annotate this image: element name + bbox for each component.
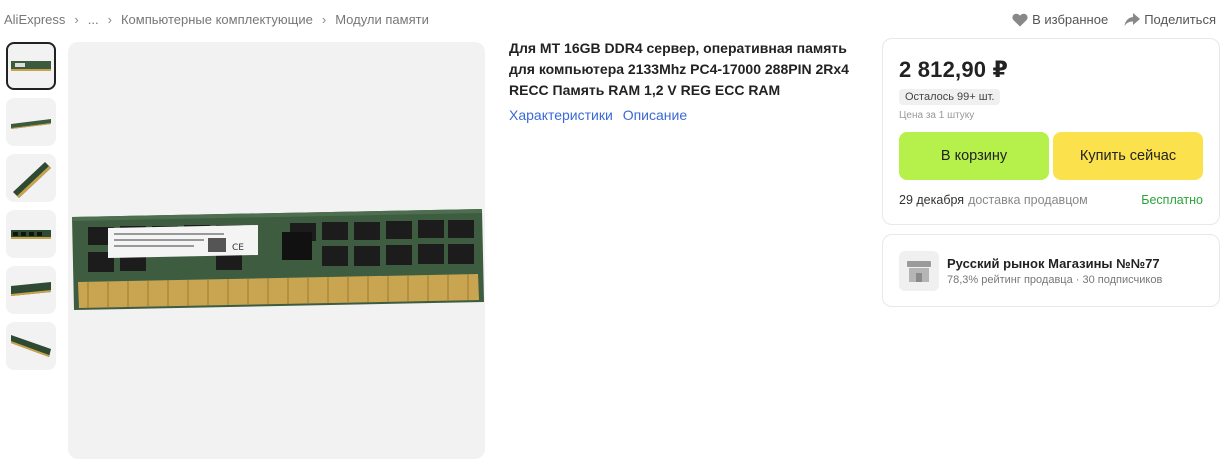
thumbnail-1[interactable] [6,42,56,90]
buy-now-button[interactable]: Купить сейчас [1053,132,1203,180]
thumbnail-5[interactable] [6,266,56,314]
breadcrumb-computer-components[interactable]: Компьютерные комплектующие [121,12,313,27]
share-button[interactable]: Поделиться [1124,12,1216,27]
description-link[interactable]: Описание [623,107,687,123]
thumbnail-3[interactable] [6,154,56,202]
product-info: Для MT 16GB DDR4 сервер, оперативная пам… [509,38,869,123]
ram-module-image: CE [72,209,484,310]
delivery-price: Бесплатно [1141,193,1203,207]
product-links: Характеристики Описание [509,107,869,123]
top-actions: В избранное Поделиться [996,12,1216,27]
seller-name[interactable]: Русский рынок Магазины №№77 [947,256,1162,271]
thumbnail-2[interactable] [6,98,56,146]
add-to-cart-button[interactable]: В корзину [899,132,1049,180]
breadcrumb-ellipsis[interactable]: ... [88,12,99,27]
chevron-right-icon: › [74,12,79,27]
seller-subscribers: 30 подписчиков [1082,273,1163,286]
breadcrumb-aliexpress[interactable]: AliExpress [4,12,65,27]
ram-thumbnail-image [11,230,51,239]
product-title: Для MT 16GB DDR4 сервер, оперативная пам… [509,40,849,98]
main-product-image[interactable]: CE [68,42,485,459]
seller-meta: 78,3% рейтинг продавца · 30 подписчиков [947,274,1162,286]
ram-thumbnail-image [11,119,51,129]
ram-thumbnail-image [11,282,51,296]
svg-text:CE: CE [232,243,244,253]
seller-rating: 78,3% рейтинг продавца [947,273,1073,286]
price-card: 2 812,90 ₽ Осталось 99+ шт. Цена за 1 шт… [882,38,1220,225]
ram-thumbnail-image [11,61,51,71]
thumbnail-list [6,42,60,378]
breadcrumb: AliExpress › ... › Компьютерные комплект… [4,12,429,27]
chevron-right-icon: › [107,12,112,27]
price: 2 812,90 ₽ [899,57,1009,82]
specs-link[interactable]: Характеристики [509,107,613,123]
thumbnail-6[interactable] [6,322,56,370]
ram-thumbnail-image [13,162,51,198]
chevron-right-icon: › [321,12,327,27]
breadcrumb-memory-modules[interactable]: Модули памяти [335,12,429,27]
favorite-label: В избранное [1032,12,1109,27]
ram-thumbnail-image [11,335,51,357]
delivery-method: доставка продавцом [968,193,1088,207]
stock-badge: Осталось 99+ шт. [899,89,1001,105]
share-arrow-icon [1124,12,1141,26]
store-icon [899,250,939,291]
unit-price-note: Цена за 1 штуку [899,110,975,121]
thumbnail-4[interactable] [6,210,56,258]
delivery-info: 29 декабря доставка продавцом Бесплатно [899,193,1203,207]
delivery-date: 29 декабря [899,193,965,207]
favorite-button[interactable]: В избранное [1012,12,1108,27]
share-label: Поделиться [1144,12,1216,27]
seller-meta-separator: · [1075,273,1080,286]
heart-icon [1012,13,1028,26]
seller-card[interactable]: Русский рынок Магазины №№77 78,3% рейтин… [882,234,1220,307]
purchase-buttons: В корзину Купить сейчас [899,132,1203,180]
